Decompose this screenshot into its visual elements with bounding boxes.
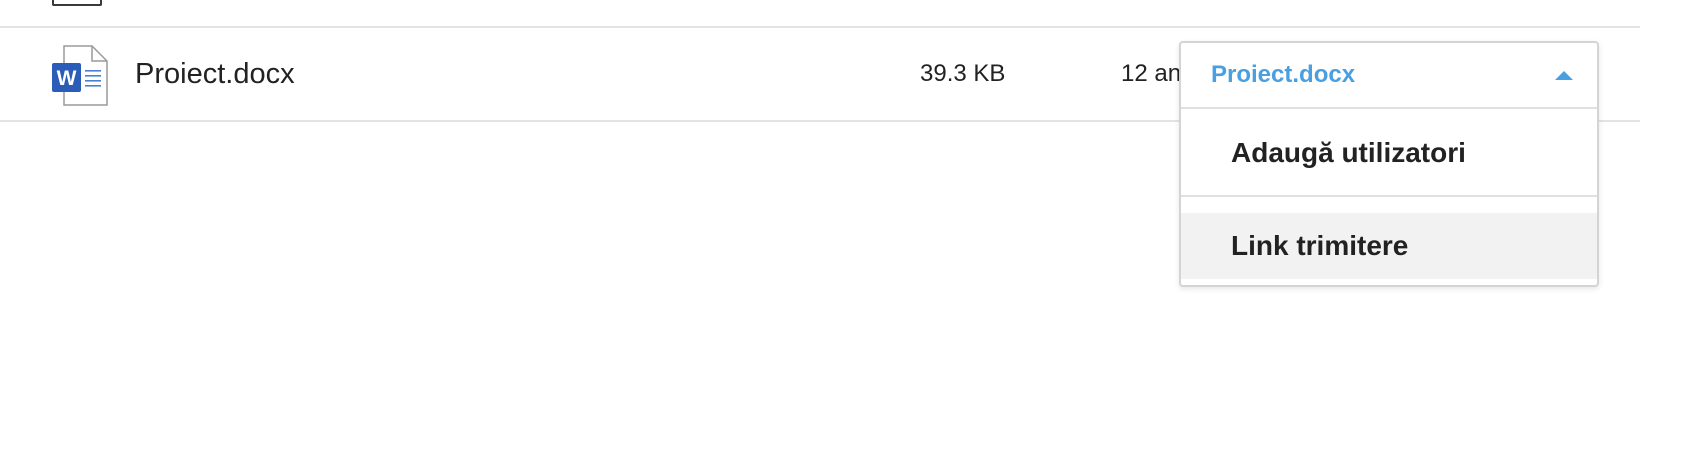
file-size: 39.3 KB xyxy=(920,60,1006,87)
dropdown-header[interactable]: Proiect.docx xyxy=(1181,43,1597,109)
previous-file-row[interactable] xyxy=(0,0,1640,28)
dropdown-title: Proiect.docx xyxy=(1211,61,1356,88)
menu-item-share-link[interactable]: Link trimitere xyxy=(1181,213,1597,279)
word-document-icon: W xyxy=(52,45,110,107)
file-list: W Proiect.docx 39.3 KB 12 ani Proiect.do… xyxy=(0,0,1684,451)
svg-text:W: W xyxy=(57,67,77,90)
file-name[interactable]: Proiect.docx xyxy=(135,28,295,120)
file-actions-dropdown: Proiect.docx Adaugă utilizatori Link tri… xyxy=(1179,41,1599,287)
file-date: 12 ani xyxy=(1121,60,1181,87)
caret-up-icon[interactable] xyxy=(1555,71,1573,80)
file-icon xyxy=(52,0,102,6)
menu-item-add-users[interactable]: Adaugă utilizatori xyxy=(1181,109,1597,197)
